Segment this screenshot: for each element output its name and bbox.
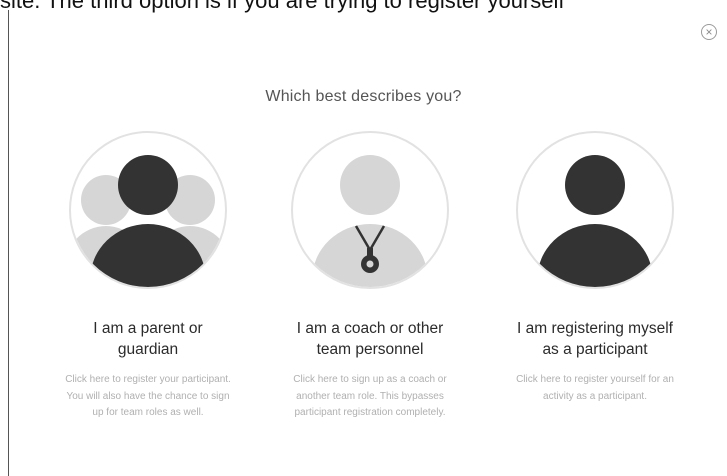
option-description: Click here to register yourself for an a… bbox=[516, 374, 674, 402]
option-description: Click here to sign up as a coach or anot… bbox=[293, 374, 447, 418]
option-title: I am a parent or guardian bbox=[93, 320, 203, 358]
document-text-line: site. The third option is if you are try… bbox=[0, 0, 565, 13]
option-title: I am a coach or other team personnel bbox=[296, 320, 444, 358]
option-title: I am registering myself as a participant bbox=[517, 320, 673, 358]
option-self-participant[interactable]: I am registering myself as a participant… bbox=[500, 130, 690, 405]
option-coach-personnel[interactable]: I am a coach or other team personnel Cli… bbox=[275, 130, 465, 422]
coach-whistle-icon bbox=[290, 130, 450, 290]
parent-icon bbox=[68, 130, 228, 290]
left-divider bbox=[8, 10, 9, 476]
question-heading: Which best describes you? bbox=[265, 88, 462, 105]
participant-icon bbox=[515, 130, 675, 290]
close-button[interactable]: × bbox=[701, 24, 717, 40]
option-description: Click here to register your participant.… bbox=[65, 374, 231, 418]
option-parent-guardian[interactable]: I am a parent or guardian Click here to … bbox=[53, 130, 243, 422]
